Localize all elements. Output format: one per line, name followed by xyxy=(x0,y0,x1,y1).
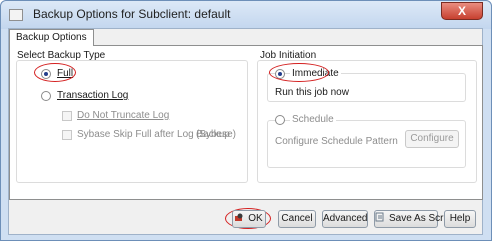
cancel-button[interactable]: Cancel xyxy=(278,210,316,228)
immediate-highlight-oval xyxy=(269,63,329,82)
full-highlight-oval xyxy=(34,63,76,82)
no-truncate-checkbox[interactable] xyxy=(62,111,72,121)
tab-backup-options[interactable]: Backup Options xyxy=(9,29,94,46)
sybase-hint: (Sybese) xyxy=(196,129,237,140)
sybase-skip-checkbox[interactable] xyxy=(62,130,72,140)
help-button[interactable]: Help xyxy=(444,210,476,228)
no-truncate-label: Do Not Truncate Log xyxy=(77,110,170,121)
title-bar[interactable]: Backup Options for Subclient: default X xyxy=(1,1,491,29)
close-button[interactable]: X xyxy=(441,2,483,20)
window-icon xyxy=(9,9,23,21)
script-icon xyxy=(375,212,385,228)
ok-label: OK xyxy=(248,213,263,224)
configure-button[interactable]: Configure xyxy=(405,130,459,148)
transaction-log-radio[interactable] xyxy=(41,91,51,101)
schedule-radio[interactable] xyxy=(275,115,285,125)
transaction-log-label[interactable]: Transaction Log xyxy=(57,90,128,101)
save-as-script-button[interactable]: Save As Script xyxy=(374,210,454,228)
configure-pattern-text: Configure Schedule Pattern xyxy=(275,136,398,147)
advanced-button[interactable]: Advanced xyxy=(322,210,368,228)
ok-key-icon xyxy=(235,212,244,228)
window-title: Backup Options for Subclient: default xyxy=(33,7,231,21)
schedule-label[interactable]: Schedule xyxy=(290,114,336,125)
run-now-text: Run this job now xyxy=(275,87,349,98)
ok-button[interactable]: OK xyxy=(232,210,266,228)
